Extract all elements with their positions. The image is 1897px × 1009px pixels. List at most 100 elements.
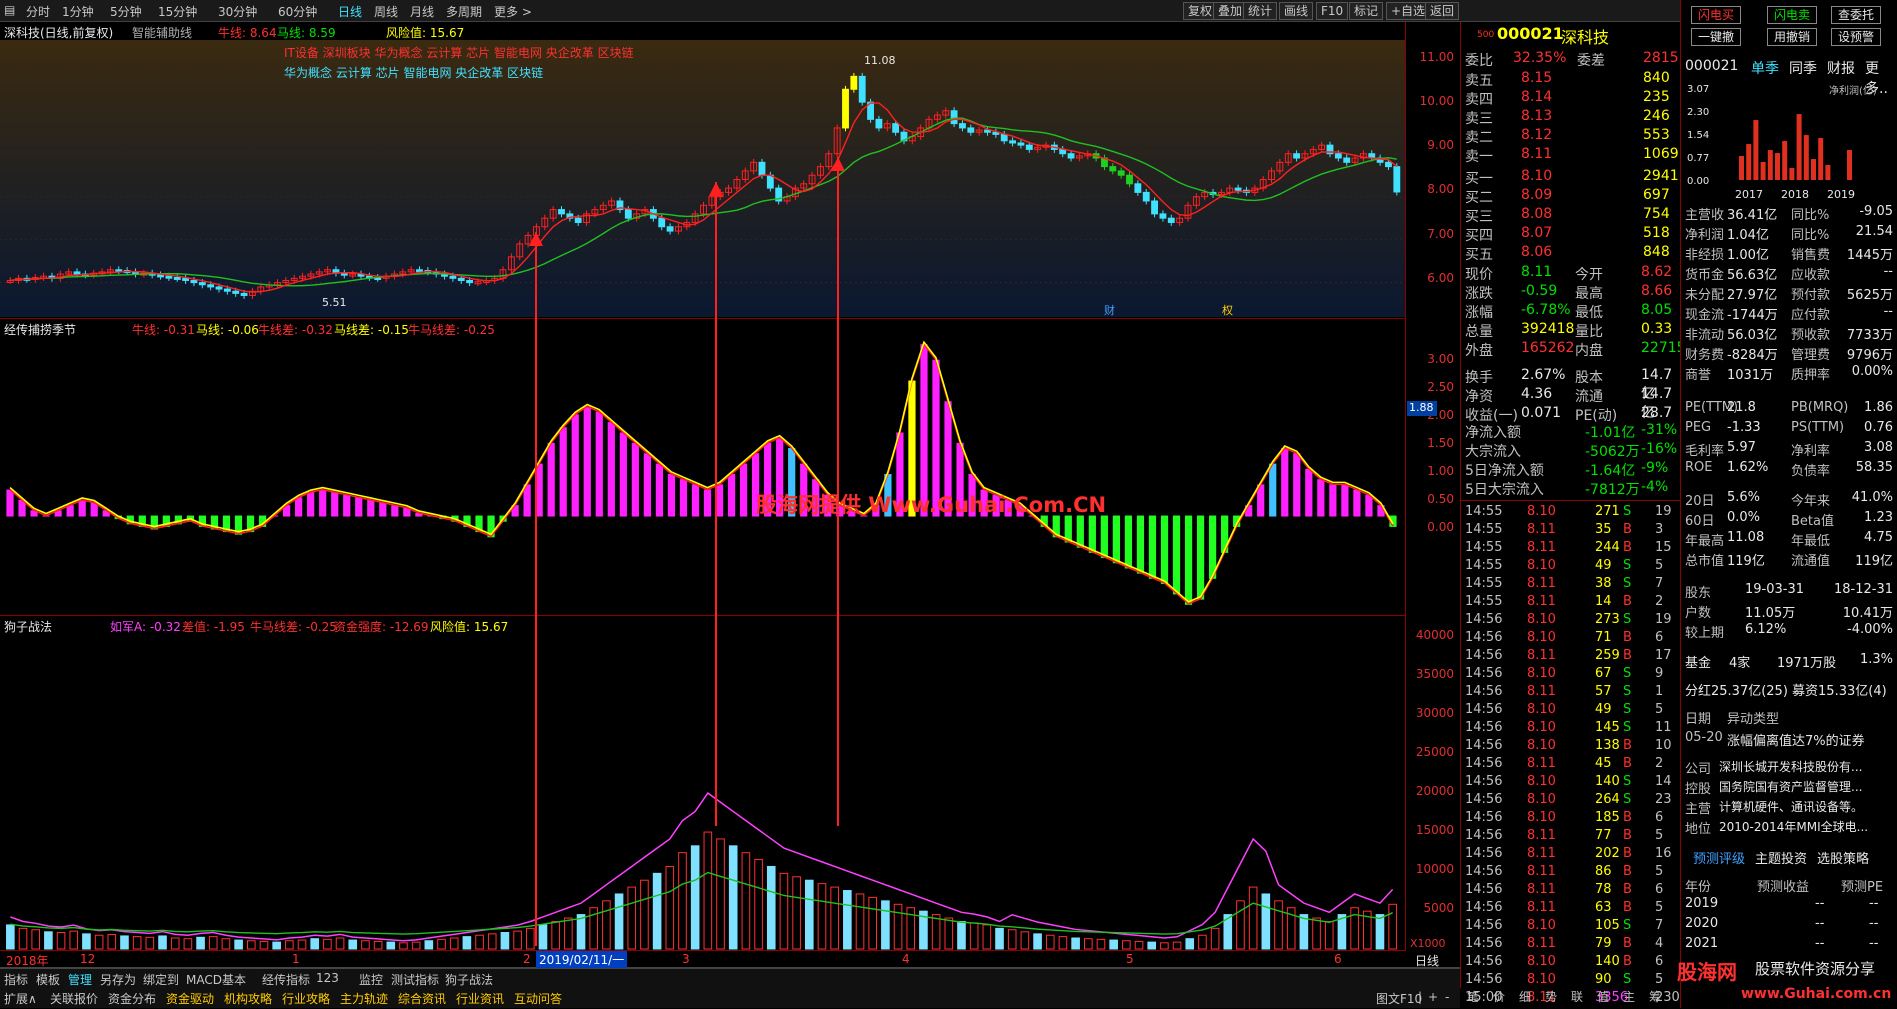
bottom-right-1[interactable]: | [1418,990,1422,1004]
volume-bar [969,922,979,950]
season-bar [1281,448,1289,517]
tick-price: 8.11 [1527,828,1556,843]
bottom-tab-8[interactable]: 监控 [359,971,383,988]
f10-tab-1[interactable]: 同季 [1789,58,1817,78]
season-pane[interactable]: 经传捕捞季节 牛线: -0.31 马线: -0.06 牛线差: -0.32 马线… [0,319,1405,616]
period-tab-1[interactable]: 1分钟 [62,3,94,20]
tick-time: 14:56 [1465,774,1503,789]
bottom-right-3[interactable]: - [1445,990,1449,1004]
bottom-tab-2[interactable]: 管理 [68,971,92,988]
dog-strategy-pane[interactable]: 狗子战法 如军A: -0.32 差值: -1.95 牛马线差: -0.25 资金… [0,616,1405,951]
trade-button-2[interactable]: 查委托 [1831,6,1882,24]
sub-tab-8[interactable]: 行业资讯 [456,990,504,1007]
trade-button-4[interactable]: 用撤销 [1767,28,1818,46]
tick-volume: 273 [1595,612,1620,627]
price-pane[interactable]: 深科技(日线,前复权) 智能辅助线 牛线: 8.64 马线: 8.59 风险值:… [0,22,1405,319]
period-tab-4[interactable]: 30分钟 [218,3,257,20]
period-tab-5[interactable]: 60分钟 [278,3,317,20]
toolbar-button-4[interactable]: F10 [1316,2,1349,20]
toolbar-button-7[interactable]: 返回 [1425,2,1460,20]
toolbar-button-0[interactable]: 复权 [1183,2,1218,20]
quote-tab-1[interactable]: 价 [1493,988,1505,1005]
sub-tab-9[interactable]: 互动问答 [514,990,562,1007]
f10-tab-0[interactable]: 单季 [1751,58,1779,78]
sub-tab-7[interactable]: 综合资讯 [398,990,446,1007]
sub-tab-2[interactable]: 资金分布 [108,990,156,1007]
pane2-label: 牛线: -0.31 [132,323,195,337]
volume-bar [462,936,472,950]
sub-tab-3[interactable]: 资金驱动 [166,990,214,1007]
sub-tab-4[interactable]: 机构攻略 [224,990,272,1007]
forecast-cell: -- [1869,936,1879,951]
tick-volume: 202 [1595,846,1620,861]
bottom-tab-9[interactable]: 测试指标 [391,971,439,988]
toolbar-button-2[interactable]: 统计 [1243,2,1278,20]
period-tab-7[interactable]: 周线 [374,3,398,20]
finance-marker-icon[interactable]: 财 [1104,302,1115,318]
toolbar-button-5[interactable]: 标记 [1349,2,1384,20]
quote-tab-4[interactable]: 联 [1571,988,1583,1005]
quote-tab-2[interactable]: 细 [1519,988,1531,1005]
tick-count: 3 [1655,522,1664,537]
tick-volume: 90 [1595,972,1612,987]
candlestick-chart[interactable] [0,22,1405,319]
sub-tab-6[interactable]: 主力轨迹 [340,990,388,1007]
holder-cell: 6.12% [1745,622,1787,637]
bottom-right-2[interactable]: + [1428,990,1438,1004]
toolbar-button-1[interactable]: 叠加 [1213,2,1248,20]
bottom-tab-6[interactable]: 经传指标 [262,971,310,988]
bottom-tab-10[interactable]: 狗子战法 [445,971,493,988]
quote-tab-3[interactable]: 势 [1545,988,1557,1005]
period-tab-10[interactable]: 更多 > [494,3,532,20]
niu-line-label: 牛线: 8.64 [218,26,277,40]
weibi-row: 委比 32.35% 委差 2815 [1465,50,1679,69]
bottom-tab-5[interactable]: MACD基本 [186,971,246,988]
tick-side: B [1623,828,1632,843]
trade-button-1[interactable]: 闪电卖 [1767,6,1818,24]
trade-button-0[interactable]: 闪电买 [1691,6,1742,24]
trade-button-3[interactable]: 一键撤 [1691,28,1742,46]
date-axis: 2018年 12 1 2 3 4 5 6 2019/02/11/一 日线 [0,951,1460,968]
period-tab-0[interactable]: 分时 [26,3,50,20]
forecast-tab-2[interactable]: 选股策略 [1817,848,1869,867]
financial-row: 净利润 1.04亿 同比% 21.54 [1685,224,1893,244]
bottom-tab-0[interactable]: 指标 [4,971,28,988]
period-tab-6[interactable]: 日线 [338,3,362,20]
bottom-tab-3[interactable]: 另存为 [100,971,136,988]
quote-tab-6[interactable]: 主 [1623,988,1635,1005]
quote-tab-0[interactable]: 笔 [1467,988,1479,1005]
bottom-tab-7[interactable]: 123 [316,971,339,985]
candle-body [1234,187,1242,191]
period-tab-8[interactable]: 月线 [410,3,434,20]
period-tab-9[interactable]: 多周期 [446,3,482,20]
trade-button-5[interactable]: 设预警 [1831,28,1882,46]
season-bar [739,463,748,517]
indicator-name[interactable]: 智能辅助线 [132,24,192,41]
bottom-tab-4[interactable]: 绑定到 [143,971,179,988]
tick-time: 14:55 [1465,540,1503,555]
forecast-tab-0[interactable]: 预测评级 [1693,848,1745,867]
sub-tab-0[interactable]: 扩展∧ [4,990,37,1007]
sub-tab-5[interactable]: 行业攻略 [282,990,330,1007]
period-tab-3[interactable]: 15分钟 [158,3,197,20]
toolbar-button-6[interactable]: +自选 [1386,2,1431,20]
sub-tab-1[interactable]: 关联报价 [50,990,98,1007]
performance-row-cell: 119亿 [1855,554,1893,569]
period-tab-2[interactable]: 5分钟 [110,3,142,20]
quote-tab-7[interactable]: 筹 [1649,988,1661,1005]
tick-price: 8.11 [1527,684,1556,699]
season-indicator-chart[interactable] [0,319,1405,616]
candle-body [950,110,958,125]
bottom-tab-1[interactable]: 模板 [36,971,60,988]
volume-bar [196,936,205,950]
tick-count: 5 [1655,972,1664,987]
bottom-right-0[interactable]: 图文F10 [1376,990,1422,1007]
dog-strategy-chart[interactable] [0,616,1405,951]
toolbar-button-3[interactable]: 画线 [1279,2,1314,20]
financial-row: 主营收 36.41亿 同比% -9.05 [1685,204,1893,224]
f10-tab-2[interactable]: 财报 [1827,58,1855,78]
quote-tab-5[interactable]: 值 [1597,988,1609,1005]
menu-icon[interactable]: ▤ [4,3,15,17]
rights-marker-icon[interactable]: 权 [1222,302,1233,318]
forecast-tab-1[interactable]: 主题投资 [1755,848,1807,867]
